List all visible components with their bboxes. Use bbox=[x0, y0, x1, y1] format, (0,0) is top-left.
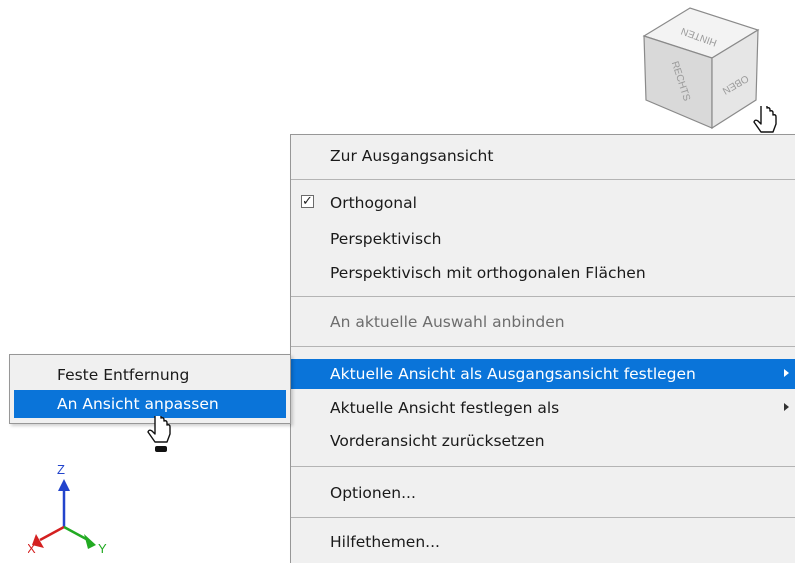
menu-item-optionen[interactable]: Optionen... bbox=[291, 478, 795, 508]
hand-cursor-icon bbox=[147, 416, 171, 452]
menu-item-perspektivisch[interactable]: Perspektivisch bbox=[291, 224, 795, 254]
submenu-arrow-icon bbox=[784, 369, 789, 377]
context-menu: Zur Ausgangsansicht ✓ Orthogonal Perspek… bbox=[290, 134, 795, 563]
menu-separator bbox=[291, 179, 795, 180]
menu-item-label: Zur Ausgangsansicht bbox=[330, 147, 494, 165]
menu-item-hilfethemen[interactable]: Hilfethemen... bbox=[291, 527, 795, 557]
menu-item-label: An aktuelle Auswahl anbinden bbox=[330, 313, 565, 331]
check-icon: ✓ bbox=[301, 194, 314, 209]
menu-item-label: Vorderansicht zurücksetzen bbox=[330, 432, 545, 450]
menu-item-vorderansicht-zuruecksetzen[interactable]: Vorderansicht zurücksetzen bbox=[291, 426, 795, 456]
submenu-arrow-icon bbox=[784, 403, 789, 411]
menu-item-ausgangsansicht-festlegen[interactable]: Aktuelle Ansicht als Ausgangsansicht fes… bbox=[291, 359, 795, 389]
submenu-item-an-ansicht-anpassen[interactable]: An Ansicht anpassen bbox=[14, 390, 286, 418]
menu-item-label: Perspektivisch bbox=[330, 230, 442, 248]
menu-item-label: Hilfethemen... bbox=[330, 533, 440, 551]
menu-item-orthogonal[interactable]: ✓ Orthogonal bbox=[291, 188, 795, 218]
submenu-item-label: Feste Entfernung bbox=[57, 366, 190, 384]
submenu-item-feste-entfernung[interactable]: Feste Entfernung bbox=[14, 361, 286, 389]
menu-item-label: Optionen... bbox=[330, 484, 416, 502]
menu-item-perspektivisch-orthogonal[interactable]: Perspektivisch mit orthogonalen Flächen bbox=[291, 258, 795, 288]
menu-item-an-auswahl-anbinden[interactable]: An aktuelle Auswahl anbinden bbox=[291, 307, 795, 337]
menu-separator bbox=[291, 466, 795, 467]
axis-label-x: X bbox=[28, 541, 36, 556]
menu-item-label: Aktuelle Ansicht als Ausgangsansicht fes… bbox=[330, 365, 696, 383]
menu-item-label: Perspektivisch mit orthogonalen Flächen bbox=[330, 264, 646, 282]
menu-item-ansicht-festlegen-als[interactable]: Aktuelle Ansicht festlegen als bbox=[291, 393, 795, 423]
menu-item-zur-ausgangsansicht[interactable]: Zur Ausgangsansicht bbox=[291, 141, 795, 171]
axis-label-y: Y bbox=[98, 541, 107, 556]
menu-separator bbox=[291, 346, 795, 347]
submenu-item-label: An Ansicht anpassen bbox=[57, 395, 219, 413]
menu-separator bbox=[291, 517, 795, 518]
menu-item-label: Aktuelle Ansicht festlegen als bbox=[330, 399, 560, 417]
axis-triad: Z X Y bbox=[28, 462, 107, 556]
menu-separator bbox=[291, 296, 795, 297]
submenu: Feste Entfernung An Ansicht anpassen bbox=[9, 354, 291, 424]
axis-label-z: Z bbox=[57, 462, 65, 477]
menu-item-label: Orthogonal bbox=[330, 194, 417, 212]
